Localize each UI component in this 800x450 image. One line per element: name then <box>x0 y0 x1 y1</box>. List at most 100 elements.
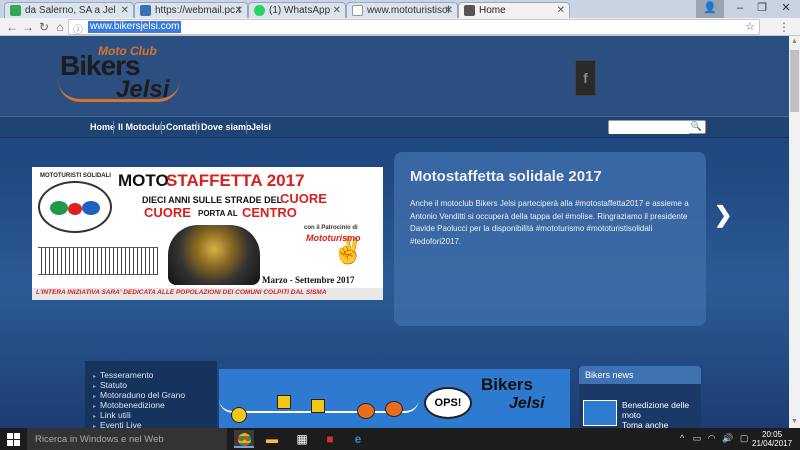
wifi-icon[interactable]: ◠ <box>708 433 716 443</box>
address-url[interactable]: www.bikersjelsi.com <box>88 21 182 33</box>
home-icon[interactable]: ⌂ <box>52 19 68 35</box>
close-tab-icon[interactable]: ✕ <box>235 3 243 18</box>
side-menu-item[interactable]: ▸ Tesseramento <box>93 370 153 380</box>
motorcycle-icon <box>168 225 260 285</box>
tab-label: da Salerno, SA a Jel <box>25 5 116 16</box>
slide-sponsor: Mototurismo <box>306 233 361 243</box>
tab-label: (1) WhatsApp <box>269 5 331 16</box>
news-subtitle: Toma anche <box>622 420 669 428</box>
banner-logo-town: Jelsi <box>509 395 545 412</box>
slide-line2b: PORTA AL <box>198 209 238 218</box>
tab-maps[interactable]: da Salerno, SA a Jel ✕ <box>4 2 134 18</box>
search-icon[interactable]: 🔍 <box>691 121 702 132</box>
nav-divider <box>196 121 197 134</box>
reload-icon[interactable]: ↻ <box>36 19 52 35</box>
edge-icon[interactable]: e <box>348 430 368 448</box>
facebook-icon[interactable]: f <box>575 60 596 96</box>
notification-icon[interactable]: ▢ <box>740 433 749 443</box>
forward-arrow-icon[interactable]: → <box>20 19 36 35</box>
page-scrollbar[interactable]: ▲ ▼ <box>789 36 800 428</box>
nav-divider <box>161 121 162 134</box>
slide-heading-b: STAFFETTA 2017 <box>166 171 305 190</box>
slide-panel: Motostaffetta solidale 2017 Anche il mot… <box>394 152 706 326</box>
ball-icon <box>231 407 247 423</box>
news-thumbnail[interactable] <box>583 400 617 426</box>
side-menu-label: Link utili <box>100 410 131 420</box>
mail-icon <box>140 5 151 16</box>
gift-icon <box>311 399 325 413</box>
scrollbar-thumb[interactable] <box>790 50 799 112</box>
slide-patronage: con il Patrocinio di <box>304 225 358 231</box>
center-banner[interactable]: OPS! Bikers Jelsi <box>219 369 570 428</box>
seismograph-icon <box>38 247 158 275</box>
side-menu-item[interactable]: ▸ Eventi Live <box>93 420 142 428</box>
scroll-down-arrow-icon[interactable]: ▼ <box>791 418 798 425</box>
nav-motoclub[interactable]: Il Motoclub <box>118 122 166 132</box>
volume-icon[interactable]: 🔊 <box>722 433 733 443</box>
chevron-up-icon[interactable]: ^ <box>680 433 684 443</box>
slide-footer-band: L'INTERA INIZIATIVA SARA' DEDICATA ALLE … <box>32 288 383 300</box>
profile-icon[interactable]: 👤 <box>696 0 724 18</box>
back-arrow-icon[interactable]: ← <box>4 19 20 35</box>
tab-webmail[interactable]: https://webmail.pc.t ✕ <box>134 2 248 18</box>
close-tab-icon[interactable]: ✕ <box>121 3 129 18</box>
close-tab-icon[interactable]: ✕ <box>333 3 341 18</box>
slide-line2a: CUORE <box>144 205 191 220</box>
speech-bubble: OPS! <box>424 387 472 419</box>
site-search-input[interactable] <box>609 121 689 134</box>
tab-mototuristi[interactable]: www.mototuristisol ✕ <box>346 2 458 18</box>
nav-dove-siamo[interactable]: Dove siamo <box>201 122 252 132</box>
bookmark-star-icon[interactable]: ☆ <box>745 20 755 33</box>
chrome-icon[interactable] <box>234 430 254 448</box>
menu-icon[interactable]: ⋮ <box>776 19 792 35</box>
banner-logo-name: Bikers <box>481 375 533 394</box>
network-icon[interactable]: ▭ <box>693 433 702 443</box>
nav-contatti[interactable]: Contatti <box>166 122 200 132</box>
site-logo[interactable]: Moto Club Bikers Jelsi <box>58 42 183 104</box>
side-menu-item[interactable]: ▸ Link utili <box>93 410 131 420</box>
ball-icon <box>385 401 403 417</box>
taskbar-search[interactable]: Ricerca in Windows e nel Web <box>27 428 227 450</box>
tab-whatsapp[interactable]: (1) WhatsApp ✕ <box>248 2 346 18</box>
store-icon[interactable]: ▦ <box>292 430 312 448</box>
tab-home[interactable]: Home ✕ <box>458 2 570 18</box>
windows-taskbar: Ricerca in Windows e nel Web ▬ ▦ ■ e ^ ▭… <box>0 428 800 450</box>
site-favicon-icon <box>464 5 475 16</box>
taskbar-clock[interactable]: 20:05 21/04/2017 <box>752 430 792 448</box>
office-icon[interactable]: ■ <box>320 430 340 448</box>
close-tab-icon[interactable]: ✕ <box>445 3 453 18</box>
close-window-button[interactable]: ✕ <box>772 0 800 18</box>
windows-start-icon[interactable] <box>7 433 20 446</box>
next-slide-chevron-icon[interactable]: ❯ <box>714 202 732 228</box>
browser-toolbar: ← → ↻ ⌂ ⓘ www.bikersjelsi.com ☆ ⋮ <box>0 18 800 36</box>
address-bar[interactable]: ⓘ www.bikersjelsi.com ☆ <box>68 19 760 36</box>
slide-title[interactable]: Motostaffetta solidale 2017 <box>410 168 602 185</box>
nav-jelsi[interactable]: Jelsi <box>251 122 271 132</box>
file-explorer-icon[interactable]: ▬ <box>262 430 282 448</box>
clock-date: 21/04/2017 <box>752 439 793 448</box>
slide-line1a: DIECI ANNI SULLE STRADE DEL <box>142 195 283 205</box>
nav-home[interactable]: Home <box>90 122 115 132</box>
site-search: 🔍 <box>608 120 706 134</box>
side-menu: ▸ Tesseramento ▸ Statuto ▸ Motoraduno del G… <box>85 361 217 428</box>
tab-label: www.mototuristisol <box>367 5 450 16</box>
slide-image[interactable]: MOTOTURISTI SOLIDALI MOTO STAFFETTA 2017… <box>32 167 383 300</box>
side-menu-item[interactable]: ▸ Motobenedizione <box>93 400 165 410</box>
gift-icon <box>277 395 291 409</box>
system-tray: ^ ▭ ◠ 🔊 ▢ <box>680 433 748 444</box>
side-menu-label: Motoraduno del Grano <box>100 390 186 400</box>
info-icon[interactable]: ⓘ <box>73 21 83 36</box>
news-title[interactable]: Benedizione delle moto <box>622 400 697 420</box>
riders-logo-icon <box>38 181 112 233</box>
tab-label: https://webmail.pc.t <box>155 5 241 16</box>
nav-divider <box>113 121 114 134</box>
site-header: Moto Club Bikers Jelsi f <box>0 36 789 116</box>
close-tab-icon[interactable]: ✕ <box>557 3 565 18</box>
logo-town: Jelsi <box>116 76 170 103</box>
scroll-up-arrow-icon[interactable]: ▲ <box>791 38 798 45</box>
side-menu-item[interactable]: ▸ Statuto <box>93 380 127 390</box>
side-menu-item[interactable]: ▸ Motoraduno del Grano <box>93 390 185 400</box>
slide-footer: L'INTERA INIZIATIVA SARA' DEDICATA ALLE … <box>36 289 327 296</box>
main-nav: Home Il Motoclub Contatti Dove siamo Jel… <box>0 116 789 138</box>
page-viewport: Moto Club Bikers Jelsi f Home Il Motoclu… <box>0 36 789 428</box>
